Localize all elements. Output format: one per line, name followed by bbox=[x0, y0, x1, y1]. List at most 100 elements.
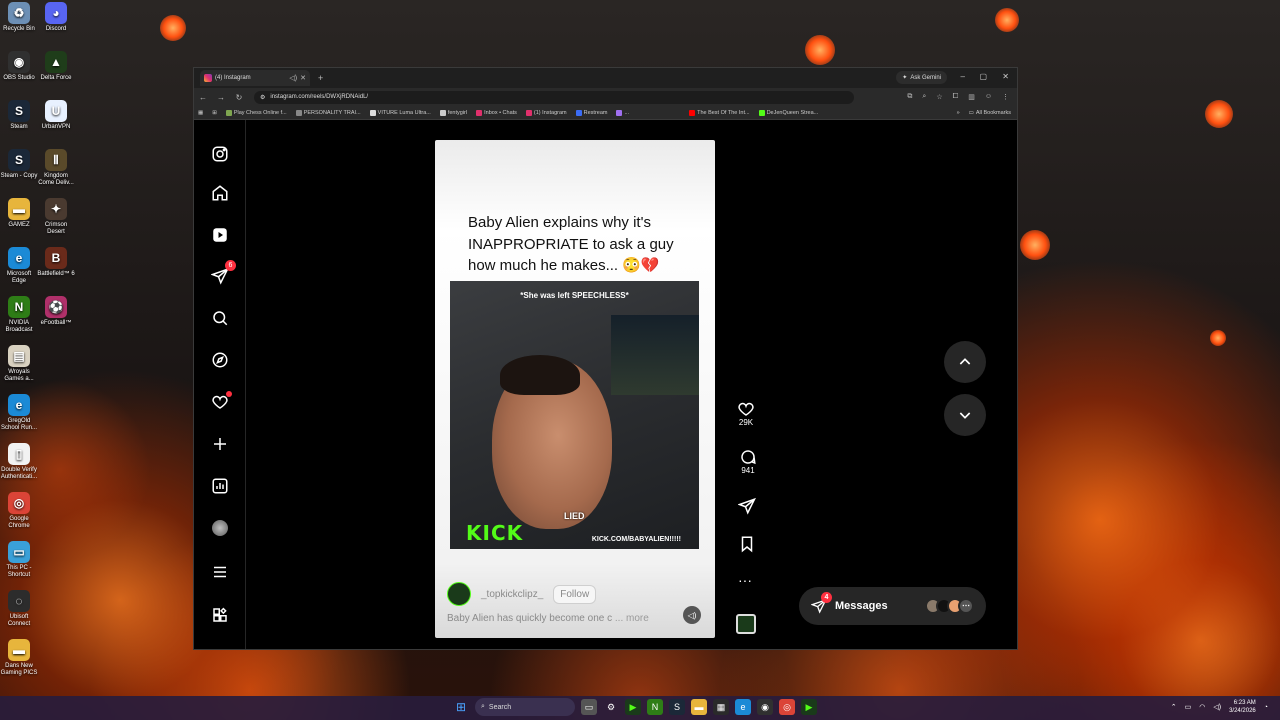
home-icon[interactable] bbox=[210, 183, 230, 203]
reels-icon[interactable] bbox=[210, 225, 230, 245]
taskbar-search[interactable]: ⌕ Search bbox=[475, 698, 575, 716]
desktop-shortcut[interactable]: ✦ Crimson Desert bbox=[36, 198, 76, 236]
share-button[interactable] bbox=[738, 497, 756, 515]
desktop-shortcut[interactable]: e Microsoft Edge bbox=[0, 247, 39, 285]
store-icon[interactable]: ▦ bbox=[713, 699, 729, 715]
desktop-shortcut[interactable]: e GregOld School Run... bbox=[0, 394, 39, 432]
profile-avatar[interactable] bbox=[210, 518, 230, 538]
insights-chart-icon[interactable] bbox=[210, 476, 230, 496]
profile-icon[interactable]: ☺ bbox=[985, 93, 992, 101]
minimize-icon[interactable]: – bbox=[961, 72, 965, 81]
desktop-shortcut[interactable]: ⚽ eFootball™ bbox=[36, 296, 76, 327]
bookmark-item[interactable]: ... bbox=[616, 109, 629, 116]
next-reel-button[interactable] bbox=[944, 394, 986, 436]
wifi-icon[interactable]: ◠ bbox=[1199, 703, 1205, 711]
edge-icon[interactable]: e bbox=[735, 699, 751, 715]
desktop-shortcut[interactable]: ◌ Ubisoft Connect bbox=[0, 590, 39, 628]
desktop-shortcut[interactable]: N NVIDIA Broadcast bbox=[0, 296, 39, 334]
more-options-icon[interactable]: ··· bbox=[738, 572, 752, 588]
desktop-shortcut[interactable]: U UrbanVPN bbox=[36, 100, 76, 131]
bookmarks-overflow-icon[interactable]: » bbox=[957, 110, 960, 116]
url-field[interactable]: ⚙ instagram.com/reels/DWXjRDNAidL/ bbox=[254, 90, 854, 104]
create-plus-icon[interactable] bbox=[210, 434, 230, 454]
bookmark-item[interactable]: (1) Instagram bbox=[525, 109, 567, 116]
tray-overflow-icon[interactable]: ⌃ bbox=[1171, 703, 1177, 711]
bookmark-item[interactable]: The Best Of The Int... bbox=[689, 109, 750, 116]
obs-icon[interactable]: ◉ bbox=[757, 699, 773, 715]
bookmark-item[interactable]: PERSONALITY TRAI... bbox=[295, 109, 361, 116]
sidebar-icon[interactable]: ▥ bbox=[968, 93, 975, 101]
bookmark-star-icon[interactable]: ☆ bbox=[936, 93, 942, 101]
site-info-icon[interactable]: ⚙ bbox=[260, 94, 265, 101]
volume-icon[interactable]: ◁) bbox=[1213, 703, 1221, 711]
speaker-icon[interactable]: ◁) bbox=[289, 74, 297, 82]
desktop-shortcut[interactable]: S Steam bbox=[0, 100, 39, 131]
bookmark-item[interactable]: fentygirl bbox=[439, 109, 467, 116]
desktop-shortcut[interactable]: ▭ This PC - Shortcut bbox=[0, 541, 39, 579]
menu-kebab-icon[interactable]: ⋮ bbox=[1002, 93, 1009, 101]
direct-messages-icon[interactable]: 6 bbox=[210, 260, 236, 286]
desktop-shortcut[interactable]: ▯ Double Verify Authenticati... bbox=[0, 443, 39, 481]
desktop-shortcut[interactable]: Ⅱ Kingdom Come Deliv... bbox=[36, 149, 76, 187]
instagram-logo-icon[interactable] bbox=[210, 144, 230, 164]
save-button[interactable] bbox=[738, 535, 756, 553]
messages-button[interactable]: 4 Messages ⋯ bbox=[799, 587, 986, 625]
like-button[interactable]: 29K bbox=[737, 400, 755, 427]
desktop-shortcut[interactable]: ◎ Google Chrome bbox=[0, 492, 39, 530]
file-explorer-icon[interactable]: ▬ bbox=[691, 699, 707, 715]
zoom-icon[interactable]: ⌕ bbox=[922, 93, 926, 101]
new-tab-button[interactable]: + bbox=[318, 73, 323, 83]
task-view-icon[interactable]: ▭ bbox=[581, 699, 597, 715]
close-window-icon[interactable]: ✕ bbox=[1002, 72, 1009, 81]
ask-gemini-button[interactable]: ✦ Ask Gemini bbox=[896, 71, 947, 84]
kick-studio-icon[interactable]: ▶ bbox=[801, 699, 817, 715]
install-app-icon[interactable]: ⧉ bbox=[907, 93, 912, 101]
desktop-shortcut[interactable]: ▤ Wroyals Games a... bbox=[0, 345, 39, 383]
notifications-heart-icon[interactable] bbox=[210, 391, 232, 412]
author-username[interactable]: _topkickclipz_ bbox=[481, 589, 543, 600]
kick-app-icon[interactable]: ▶ bbox=[625, 699, 641, 715]
comment-button[interactable]: 941 bbox=[739, 448, 757, 475]
also-from-meta-icon[interactable] bbox=[210, 605, 230, 625]
reload-icon[interactable]: ↻ bbox=[230, 93, 248, 102]
audio-thumbnail[interactable] bbox=[736, 614, 756, 634]
desktop-shortcut[interactable]: ▬ GAMEZ bbox=[0, 198, 39, 229]
start-windows-icon[interactable]: ⊞ bbox=[453, 699, 469, 715]
author-avatar[interactable] bbox=[447, 582, 471, 606]
previous-reel-button[interactable] bbox=[944, 341, 986, 383]
explore-compass-icon[interactable] bbox=[210, 350, 230, 370]
reel-video-frame[interactable]: *She was left SPEECHLESS* LIED KICK KICK… bbox=[450, 281, 699, 549]
bookmark-item[interactable]: Restream bbox=[575, 109, 607, 116]
nvidia-icon[interactable]: N bbox=[647, 699, 663, 715]
follow-button[interactable]: Follow bbox=[553, 584, 597, 604]
settings-gear-icon[interactable]: ⚙ bbox=[603, 699, 619, 715]
desktop-shortcut[interactable]: B Battlefield™ 6 bbox=[36, 247, 76, 278]
forward-icon[interactable]: → bbox=[212, 93, 230, 102]
more-menu-icon[interactable] bbox=[210, 562, 230, 582]
notification-bell-icon[interactable]: ◔ bbox=[1264, 704, 1268, 711]
taskbar-clock[interactable]: 6:23 AM 3/24/2026 bbox=[1229, 699, 1256, 715]
all-bookmarks[interactable]: ▭ All Bookmarks bbox=[969, 110, 1011, 116]
chrome-icon[interactable]: ◎ bbox=[779, 699, 795, 715]
bookmark-apps-icon[interactable]: ▦ bbox=[198, 110, 203, 116]
desktop-shortcut[interactable]: ◕ Discord bbox=[36, 2, 76, 33]
mute-speaker-icon[interactable]: ◁) bbox=[683, 606, 701, 624]
desktop-shortcut[interactable]: S Steam - Copy bbox=[0, 149, 39, 180]
bookmark-item[interactable]: DeJenQueen Strea... bbox=[758, 109, 818, 116]
more-link[interactable]: ... more bbox=[615, 613, 649, 624]
reel-player[interactable]: Baby Alien explains why it's INAPPROPRIA… bbox=[435, 140, 715, 638]
desktop-shortcut[interactable]: ▲ Delta Force bbox=[36, 51, 76, 82]
extensions-icon[interactable]: ⧠ bbox=[953, 93, 959, 101]
search-icon[interactable] bbox=[210, 308, 230, 328]
tab-instagram[interactable]: (4) Instagram ◁) ✕ bbox=[200, 70, 310, 86]
desktop-shortcut[interactable]: ▬ Dans New Gaming PICS bbox=[0, 639, 39, 677]
back-icon[interactable]: ← bbox=[194, 93, 212, 102]
bookmark-item[interactable]: Play Chess Online f... bbox=[225, 109, 287, 116]
close-tab-icon[interactable]: ✕ bbox=[300, 74, 306, 82]
bookmark-item[interactable]: Inbox • Chats bbox=[476, 109, 517, 116]
steam-icon[interactable]: S bbox=[669, 699, 685, 715]
bookmark-item[interactable]: VITURE Luma Ultra... bbox=[369, 109, 431, 116]
desktop-shortcut[interactable]: ◉ OBS Studio bbox=[0, 51, 39, 82]
maximize-icon[interactable]: ▢ bbox=[979, 72, 987, 81]
desktop-shortcut[interactable]: ♻ Recycle Bin bbox=[0, 2, 39, 33]
